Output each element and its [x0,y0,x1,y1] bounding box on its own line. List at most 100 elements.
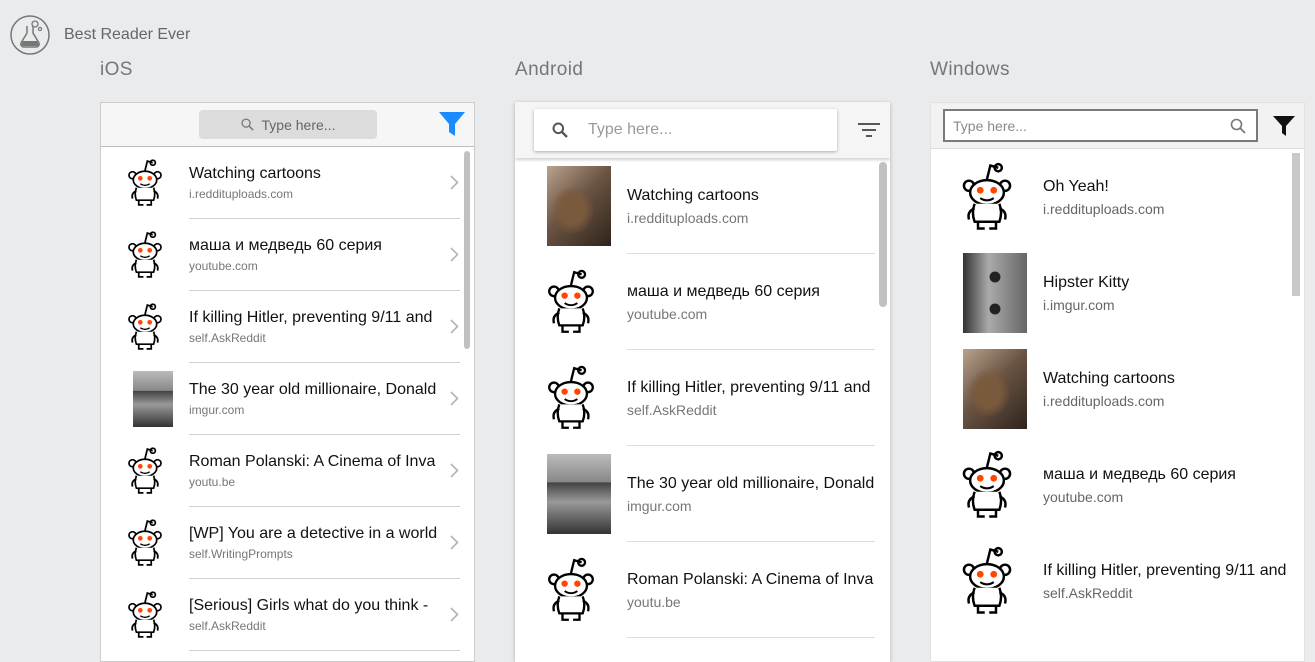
post-text: If killing Hitler, preventing 9/11 and se… [189,309,437,345]
post-title: маша и медведь 60 серия [627,282,820,300]
post-text: [Serious] Girls what do you think - self.… [189,597,437,633]
post-title: Hipster Kitty [1043,273,1130,291]
post-text: Roman Polanski: A Cinema of Inva youtu.be [189,453,437,489]
post-source: self.AskReddit [189,331,266,345]
car-thumbnail [133,371,173,427]
post-list-item[interactable]: If killing Hitler, preventing 9/11 and se… [515,350,890,446]
post-list-item[interactable]: Hipster Kitty i.imgur.com [931,245,1304,341]
windows-panel: Type here... Oh Yeah! i.reddituploads.com… [930,102,1305,662]
reddit-alien-icon [128,231,162,278]
post-source: i.reddituploads.com [1043,392,1165,409]
post-list-item[interactable]: The 30 year old millionaire, Donald imgur… [515,446,890,542]
post-thumbnail [117,299,173,355]
windows-post-list: Oh Yeah! i.reddituploads.com Hipster Kitty… [931,149,1304,629]
search-icon [552,122,568,138]
chevron-right-icon [450,319,459,334]
post-list-item[interactable]: The 30 year old millionaire, Donald imgur… [101,363,474,435]
ios-search-placeholder: Type here... [261,116,336,133]
post-text: The 30 year old millionaire, Donald imgur… [627,475,874,514]
post-text: Oh Yeah! i.reddituploads.com [1043,178,1289,217]
chevron-right-icon [450,247,459,262]
filter-icon[interactable] [438,111,466,137]
search-icon [240,118,254,131]
post-list-item[interactable]: [Serious] Girls what do you think - self.… [101,579,474,651]
kitty-thumbnail [963,253,1027,333]
post-thumbnail [117,587,173,643]
post-thumbnail [117,443,173,499]
post-thumbnail [947,445,1027,525]
post-title: Roman Polanski: A Cinema of Inva [189,453,436,470]
windows-search-placeholder: Type here... [953,117,1027,134]
row-divider [627,637,875,638]
post-list-item[interactable]: Roman Polanski: A Cinema of Inva youtu.be [101,435,474,507]
android-search-input[interactable]: Type here... [534,109,837,151]
sort-icon[interactable] [858,122,880,138]
post-text: маша и медведь 60 серия youtube.com [627,283,874,322]
reddit-alien-icon [962,546,1012,614]
post-list-item[interactable]: Watching cartoons i.reddituploads.com [515,158,890,254]
post-text: The 30 year old millionaire, Donald imgur… [189,381,437,417]
reddit-alien-icon [962,162,1012,230]
post-list-item[interactable]: маша и медведь 60 серия youtube.com [101,219,474,291]
post-list-item[interactable]: Watching cartoons i.reddituploads.com [101,147,474,219]
chevron-right-icon [450,463,459,478]
windows-search-input[interactable]: Type here... [943,109,1258,142]
reddit-alien-icon [548,365,594,429]
reddit-alien-icon [548,557,594,621]
post-list-item[interactable]: Roman Polanski: A Cinema of Inva youtu.be [515,542,890,638]
reddit-alien-icon [128,591,162,638]
post-list-item[interactable]: Watching cartoons i.reddituploads.com [931,341,1304,437]
reddit-alien-icon [128,519,162,566]
post-list-item[interactable]: If killing Hitler, preventing 9/11 and se… [101,291,474,363]
post-source: youtube.com [627,305,708,322]
windows-scrollbar[interactable] [1292,153,1300,296]
column-title-android: Android [515,59,584,80]
reddit-alien-icon [128,159,162,206]
post-source: youtu.be [189,475,236,489]
android-search-placeholder: Type here... [588,121,673,138]
ios-toolbar: Type here... [101,103,474,147]
post-thumbnail [117,155,173,211]
row-divider [189,650,460,651]
car-thumbnail [547,454,611,534]
ios-panel: Type here... Watching cartoons i.redditup… [100,102,475,662]
ios-post-list: Watching cartoons i.reddituploads.com маша… [101,147,474,651]
post-text: маша и медведь 60 серия youtube.com [1043,466,1289,505]
ios-scrollbar[interactable] [464,151,470,349]
chevron-right-icon [450,175,459,190]
post-list-item[interactable]: [WP] You are a detective in a world self.… [101,507,474,579]
post-list-item[interactable]: If killing Hitler, preventing 9/11 and se… [931,533,1304,629]
post-title: маша и медведь 60 серия [1043,465,1236,483]
ios-search-input[interactable]: Type here... [199,110,377,139]
android-scrollbar[interactable] [879,162,887,307]
post-text: [WP] You are a detective in a world self.… [189,525,437,561]
column-title-windows: Windows [930,59,1010,80]
post-text: Watching cartoons i.reddituploads.com [627,187,874,226]
post-text: маша и медведь 60 серия youtube.com [189,237,437,273]
post-source: self.AskReddit [627,401,717,418]
windows-toolbar: Type here... [931,103,1304,149]
post-text: Roman Polanski: A Cinema of Inva youtu.be [627,571,874,610]
flask-icon [10,15,50,55]
reddit-alien-icon [962,450,1012,518]
post-text: Watching cartoons i.reddituploads.com [1043,370,1289,409]
post-title: Oh Yeah! [1043,177,1109,195]
post-title: Roman Polanski: A Cinema of Inva [627,570,874,588]
column-title-ios: iOS [100,59,133,80]
post-thumbnail [531,454,611,534]
post-title: [Serious] Girls what do you think - [189,597,429,614]
chevron-right-icon [450,607,459,622]
post-list-item[interactable]: Oh Yeah! i.reddituploads.com [931,149,1304,245]
post-source: i.reddituploads.com [1043,200,1165,217]
filter-icon[interactable] [1272,115,1296,137]
post-list-item[interactable]: маша и медведь 60 серия youtube.com [931,437,1304,533]
search-icon[interactable] [1230,118,1246,134]
post-thumbnail [531,262,611,342]
post-list-item[interactable]: маша и медведь 60 серия youtube.com [515,254,890,350]
post-source: imgur.com [189,403,245,417]
post-thumbnail [117,515,173,571]
post-source: i.reddituploads.com [627,209,749,226]
post-title: маша и медведь 60 серия [189,237,382,254]
post-source: youtu.be [627,593,681,610]
post-text: If killing Hitler, preventing 9/11 and se… [627,379,874,418]
